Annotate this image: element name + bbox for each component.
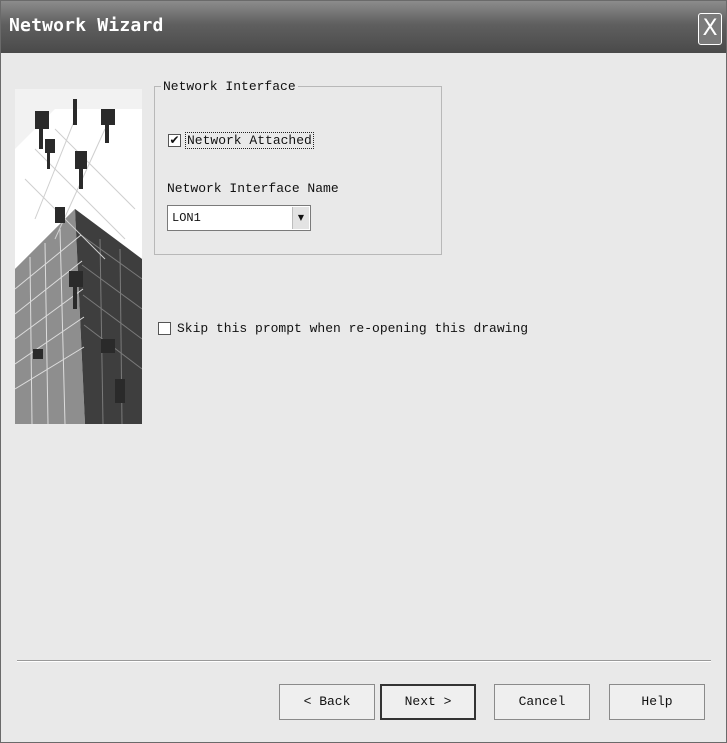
skip-prompt-checkmark[interactable]	[158, 322, 171, 335]
network-interface-legend: Network Interface	[163, 79, 296, 94]
button-separator	[17, 660, 711, 662]
skip-prompt-checkbox[interactable]: Skip this prompt when re-opening this dr…	[158, 321, 528, 336]
help-button[interactable]: Help	[609, 684, 705, 720]
network-wizard-window: Network Wizard X Network Interface ✔ Net…	[0, 0, 727, 743]
cancel-button[interactable]: Cancel	[494, 684, 590, 720]
dropdown-arrow-icon[interactable]: ▼	[292, 207, 309, 229]
wizard-illustration	[15, 89, 142, 424]
network-interface-select[interactable]: LON1 ▼	[167, 205, 311, 231]
title-bar: Network Wizard X	[1, 1, 726, 53]
next-button[interactable]: Next >	[380, 684, 476, 720]
back-button[interactable]: < Back	[279, 684, 375, 720]
network-attached-checkbox[interactable]: ✔ Network Attached	[168, 132, 314, 149]
network-interface-name-label: Network Interface Name	[167, 181, 339, 196]
network-interface-value: LON1	[172, 211, 201, 225]
window-title: Network Wizard	[9, 15, 164, 36]
network-attached-label: Network Attached	[185, 132, 314, 149]
skip-prompt-label: Skip this prompt when re-opening this dr…	[177, 321, 529, 336]
close-button[interactable]: X	[698, 13, 722, 45]
network-attached-checkmark[interactable]: ✔	[168, 134, 181, 147]
